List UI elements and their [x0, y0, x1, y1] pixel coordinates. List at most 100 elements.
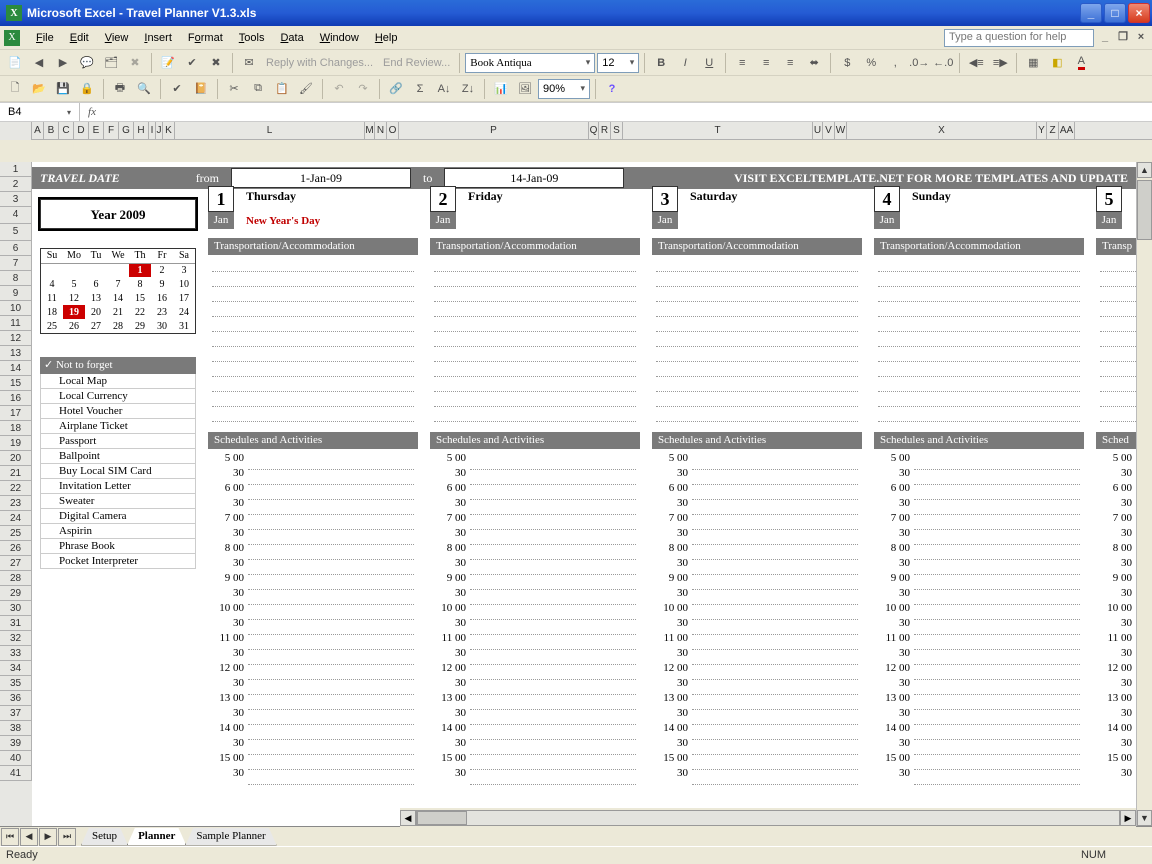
col-header-B[interactable]: B [44, 122, 59, 139]
year-cell[interactable]: Year 2009 [40, 199, 196, 229]
help-button[interactable]: ? [601, 78, 623, 100]
schedule-line[interactable] [692, 696, 858, 710]
not-forget-item[interactable]: Invitation Letter [40, 479, 196, 494]
row-header-14[interactable]: 14 [0, 361, 32, 376]
not-forget-item[interactable]: Airplane Ticket [40, 419, 196, 434]
transport-line[interactable] [656, 393, 858, 407]
doc-minimize-button[interactable]: _ [1098, 31, 1112, 45]
schedule-line[interactable] [914, 681, 1080, 695]
menu-format[interactable]: Format [180, 29, 231, 47]
schedule-line[interactable] [914, 726, 1080, 740]
minimize-button[interactable]: _ [1080, 3, 1102, 23]
transport-line[interactable] [656, 273, 858, 287]
select-all-button[interactable] [0, 122, 32, 140]
redo-button[interactable]: ↷ [352, 78, 374, 100]
col-header-Q[interactable]: Q [589, 122, 599, 139]
horizontal-scrollbar[interactable]: ◀ ▶ [400, 808, 1136, 828]
tab-nav-last[interactable]: ⏭ [58, 828, 76, 846]
col-header-L[interactable]: L [175, 122, 365, 139]
send-mail-icon[interactable]: ✉ [238, 52, 260, 74]
menu-insert[interactable]: Insert [136, 29, 180, 47]
transport-line[interactable] [878, 408, 1080, 422]
cut-button[interactable]: ✂ [223, 78, 245, 100]
schedule-line[interactable] [692, 471, 858, 485]
row-header-5[interactable]: 5 [0, 224, 32, 241]
permission-button[interactable]: 🔒 [76, 78, 98, 100]
comma-button[interactable]: , [884, 52, 906, 74]
not-forget-item[interactable]: Phrase Book [40, 539, 196, 554]
fx-icon[interactable]: fx [80, 106, 104, 118]
row-header-37[interactable]: 37 [0, 706, 32, 721]
schedule-line[interactable] [692, 546, 858, 560]
next-comment-icon[interactable]: ▶ [52, 52, 74, 74]
transport-line[interactable] [212, 348, 414, 362]
schedule-line[interactable] [248, 546, 414, 560]
row-header-38[interactable]: 38 [0, 721, 32, 736]
schedule-line[interactable] [248, 666, 414, 680]
transport-line[interactable] [212, 303, 414, 317]
save-button[interactable]: 💾 [52, 78, 74, 100]
not-forget-item[interactable]: Ballpoint [40, 449, 196, 464]
schedule-line[interactable] [914, 546, 1080, 560]
not-forget-item[interactable]: Aspirin [40, 524, 196, 539]
schedule-line[interactable] [248, 501, 414, 515]
row-header-8[interactable]: 8 [0, 271, 32, 286]
row-header-31[interactable]: 31 [0, 616, 32, 631]
row-header-25[interactable]: 25 [0, 526, 32, 541]
vertical-scrollbar[interactable]: ▲ ▼ [1136, 162, 1152, 826]
schedule-line[interactable] [470, 741, 636, 755]
research-button[interactable]: 📔 [190, 78, 212, 100]
not-forget-item[interactable]: Local Currency [40, 389, 196, 404]
menu-edit[interactable]: Edit [62, 29, 97, 47]
row-header-9[interactable]: 9 [0, 286, 32, 301]
paste-button[interactable]: 📋 [271, 78, 293, 100]
underline-button[interactable]: U [698, 52, 720, 74]
col-header-I[interactable]: I [149, 122, 156, 139]
merge-center-button[interactable]: ⬌ [803, 52, 825, 74]
col-header-S[interactable]: S [611, 122, 623, 139]
schedule-line[interactable] [470, 471, 636, 485]
schedule-line[interactable] [692, 666, 858, 680]
menu-file[interactable]: File [28, 29, 62, 47]
worksheet-area[interactable]: 1234567891011121314151617181920212223242… [0, 162, 1136, 826]
row-header-16[interactable]: 16 [0, 391, 32, 406]
new-comment-icon[interactable]: 📄 [4, 52, 26, 74]
schedule-line[interactable] [914, 636, 1080, 650]
doc-close-button[interactable]: × [1134, 31, 1148, 45]
transport-line[interactable] [878, 303, 1080, 317]
scroll-down-button[interactable]: ▼ [1137, 810, 1152, 826]
row-header-23[interactable]: 23 [0, 496, 32, 511]
schedule-line[interactable] [248, 471, 414, 485]
row-header-35[interactable]: 35 [0, 676, 32, 691]
menu-window[interactable]: Window [312, 29, 367, 47]
transport-line[interactable] [434, 378, 636, 392]
row-header-17[interactable]: 17 [0, 406, 32, 421]
col-header-M[interactable]: M [365, 122, 375, 139]
col-header-C[interactable]: C [59, 122, 74, 139]
close-button[interactable]: × [1128, 3, 1150, 23]
col-header-E[interactable]: E [89, 122, 104, 139]
schedule-line[interactable] [914, 591, 1080, 605]
col-header-D[interactable]: D [74, 122, 89, 139]
schedule-line[interactable] [248, 636, 414, 650]
schedule-line[interactable] [914, 741, 1080, 755]
decrease-indent-button[interactable]: ◀≡ [965, 52, 987, 74]
col-header-W[interactable]: W [835, 122, 847, 139]
schedule-line[interactable] [914, 501, 1080, 515]
borders-button[interactable]: ▦ [1022, 52, 1044, 74]
transport-line[interactable] [434, 408, 636, 422]
schedule-line[interactable] [248, 486, 414, 500]
schedule-line[interactable] [470, 456, 636, 470]
delete-comment-icon[interactable]: ✖ [124, 52, 146, 74]
transport-line[interactable] [656, 318, 858, 332]
schedule-line[interactable] [470, 651, 636, 665]
not-forget-item[interactable]: Sweater [40, 494, 196, 509]
col-header-N[interactable]: N [375, 122, 387, 139]
row-header-11[interactable]: 11 [0, 316, 32, 331]
new-button[interactable]: 🗋 [4, 78, 26, 100]
schedule-line[interactable] [692, 756, 858, 770]
schedule-line[interactable] [470, 696, 636, 710]
schedule-line[interactable] [914, 666, 1080, 680]
row-header-22[interactable]: 22 [0, 481, 32, 496]
align-center-button[interactable]: ≡ [755, 52, 777, 74]
